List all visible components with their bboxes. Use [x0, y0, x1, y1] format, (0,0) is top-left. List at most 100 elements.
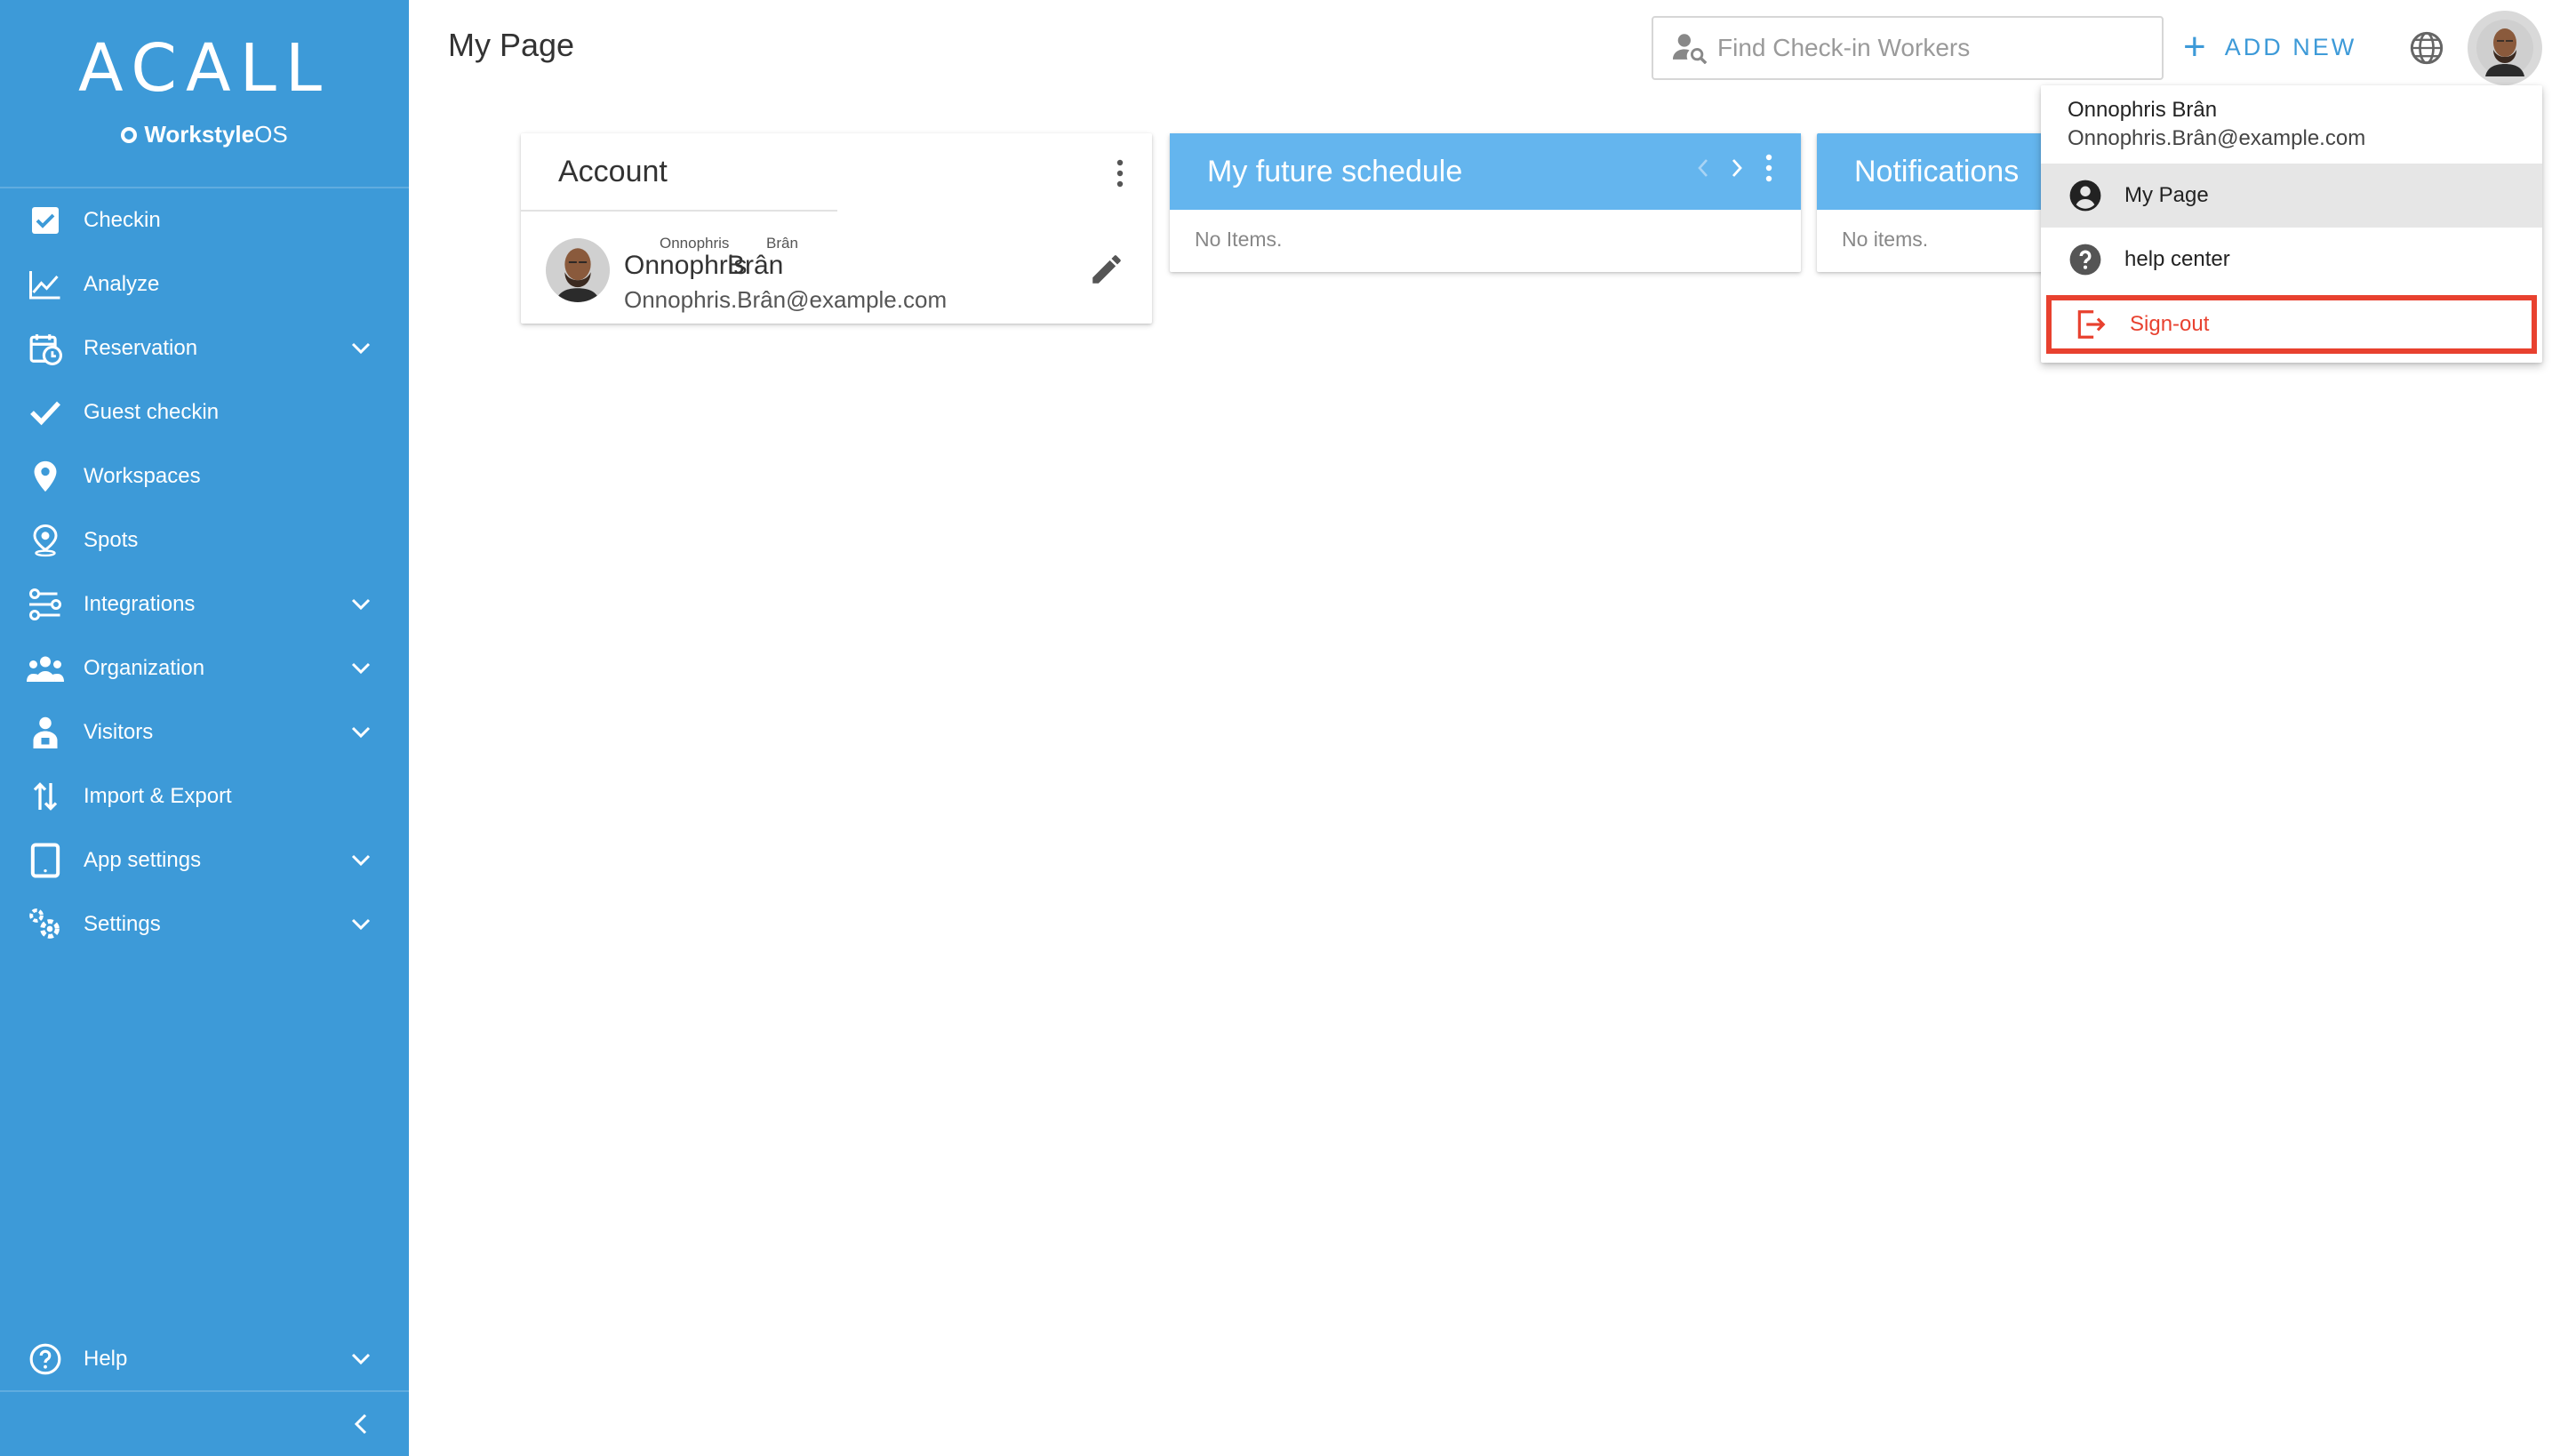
menu-item-label: Sign-out: [2130, 312, 2210, 336]
schedule-pager: [1696, 153, 1774, 183]
more-vert-icon[interactable]: [1764, 153, 1774, 183]
sidebar-item-workspaces[interactable]: Workspaces: [0, 444, 409, 508]
tagline-bold: Workstyle: [144, 121, 255, 148]
sidebar-item-integrations[interactable]: Integrations: [0, 572, 409, 636]
sidebar-item-settings[interactable]: Settings: [0, 892, 409, 956]
chevron-down-icon[interactable]: [343, 341, 379, 356]
sidebar-item-reservation[interactable]: Reservation: [0, 316, 409, 380]
chevron-down-icon[interactable]: [343, 853, 379, 868]
account-card: Account Onnophris Brân Onnophris Brân On…: [521, 133, 1152, 324]
sidebar-item-visitors[interactable]: Visitors: [0, 700, 409, 764]
schedule-empty-text: No Items.: [1195, 228, 1283, 251]
sidebar-nav: Checkin Analyze Reservation Guest checki…: [0, 188, 409, 956]
sidebar-item-help[interactable]: Help: [0, 1328, 409, 1392]
sidebar-item-label: Workspaces: [84, 464, 201, 488]
avatar: [2476, 20, 2533, 76]
sidebar-bottom: Help: [0, 1328, 409, 1456]
sidebar-item-spots[interactable]: Spots: [0, 508, 409, 572]
sidebar-item-organization[interactable]: Organization: [0, 636, 409, 700]
chevron-down-icon[interactable]: [343, 917, 379, 932]
workstyleos-ring-icon: [121, 126, 138, 143]
account-card-header: Account: [521, 133, 1152, 210]
calendar-clock-icon: [27, 330, 64, 367]
chevron-down-icon[interactable]: [343, 725, 379, 740]
user-avatar-button[interactable]: [2468, 11, 2542, 85]
first-name-ruby: Onnophris: [660, 235, 730, 252]
sidebar-item-label: Spots: [84, 528, 139, 552]
last-name-ruby: Brân: [766, 235, 798, 252]
schedule-card: My future schedule No Items.: [1170, 133, 1801, 272]
user-menu-name: Onnophris Brân: [2068, 98, 2218, 122]
search-box[interactable]: [1652, 16, 2164, 80]
chevron-left-icon[interactable]: [1696, 156, 1710, 180]
sign-out-icon: [2073, 307, 2108, 342]
import-export-icon: [27, 778, 64, 815]
tablet-icon: [27, 842, 64, 879]
sidebar-item-label: Guest checkin: [84, 400, 220, 424]
line-chart-icon: [27, 266, 64, 303]
plus-icon: +: [2183, 25, 2209, 68]
menu-item-sign-out[interactable]: Sign-out: [2046, 295, 2537, 354]
sidebar-item-analyze[interactable]: Analyze: [0, 252, 409, 316]
sidebar-item-label: Settings: [84, 912, 161, 936]
sidebar-item-label: Help: [84, 1347, 128, 1371]
menu-item-label: My Page: [2124, 183, 2209, 207]
chevron-down-icon[interactable]: [343, 1352, 379, 1366]
schedule-card-header: My future schedule: [1170, 133, 1801, 210]
schedule-card-title: My future schedule: [1207, 154, 1463, 188]
person-pin-icon: [27, 522, 64, 559]
sidebar-item-label: Analyze: [84, 272, 160, 296]
more-vert-icon[interactable]: [1115, 158, 1125, 188]
sidebar-item-app-settings[interactable]: App settings: [0, 828, 409, 892]
collapse-sidebar-button[interactable]: [0, 1392, 409, 1456]
chevron-down-icon[interactable]: [343, 661, 379, 676]
checkbox-icon: [27, 202, 64, 239]
notifications-card-title: Notifications: [1854, 154, 2020, 188]
menu-item-my-page[interactable]: My Page: [2041, 164, 2542, 228]
acall-logo[interactable]: ACALL: [0, 0, 409, 107]
sidebar-item-label: App settings: [84, 848, 202, 872]
account-email: Onnophris.Brân@example.com: [624, 286, 948, 313]
page-title: My Page: [448, 27, 575, 63]
last-name: Brân: [727, 251, 784, 280]
visitor-icon: [27, 714, 64, 751]
people-group-icon: [27, 650, 64, 687]
help-circle-icon: [2068, 242, 2103, 277]
divider: [521, 210, 837, 212]
chevron-right-icon[interactable]: [1730, 156, 1744, 180]
pencil-icon[interactable]: [1088, 251, 1125, 288]
search-input[interactable]: [1717, 34, 2162, 62]
sidebar-item-label: Organization: [84, 656, 205, 680]
user-menu-email: Onnophris.Brân@example.com: [2068, 126, 2366, 150]
checkmark-icon: [27, 394, 64, 431]
help-circle-icon: [27, 1340, 64, 1378]
sidebar-item-label: Import & Export: [84, 784, 232, 808]
sidebar-item-label: Integrations: [84, 592, 196, 616]
workstyleos-tagline: WorkstyleOS: [0, 121, 409, 148]
integrations-icon: [27, 586, 64, 623]
avatar: [546, 238, 610, 302]
brand-area: ACALL WorkstyleOS: [0, 0, 409, 188]
sidebar-item-label: Visitors: [84, 720, 154, 744]
user-menu: Onnophris Brân Onnophris.Brân@example.co…: [2041, 85, 2542, 363]
sidebar-item-label: Reservation: [84, 336, 198, 360]
menu-item-label: help center: [2124, 247, 2230, 271]
sidebar-item-checkin[interactable]: Checkin: [0, 188, 409, 252]
menu-item-help-center[interactable]: help center: [2041, 228, 2542, 292]
account-info: Onnophris Brân Onnophris Brân Onnophris.…: [546, 231, 1132, 313]
gears-icon: [27, 906, 64, 943]
notifications-empty-text: No items.: [1842, 228, 1929, 251]
tagline-light: OS: [254, 121, 288, 148]
globe-icon[interactable]: [2409, 30, 2444, 66]
account-circle-icon: [2068, 178, 2103, 213]
add-new-button[interactable]: + ADD NEW: [2183, 27, 2356, 68]
sidebar-item-guest-checkin[interactable]: Guest checkin: [0, 380, 409, 444]
sidebar: ACALL WorkstyleOS Checkin Analyze Reserv…: [0, 0, 409, 1456]
sidebar-item-import-export[interactable]: Import & Export: [0, 764, 409, 828]
chevron-down-icon[interactable]: [343, 597, 379, 612]
map-pin-icon: [27, 458, 64, 495]
chevron-left-icon: [354, 1413, 367, 1435]
add-new-label: ADD NEW: [2224, 33, 2357, 60]
person-search-icon: [1673, 30, 1708, 66]
sidebar-item-label: Checkin: [84, 208, 161, 232]
